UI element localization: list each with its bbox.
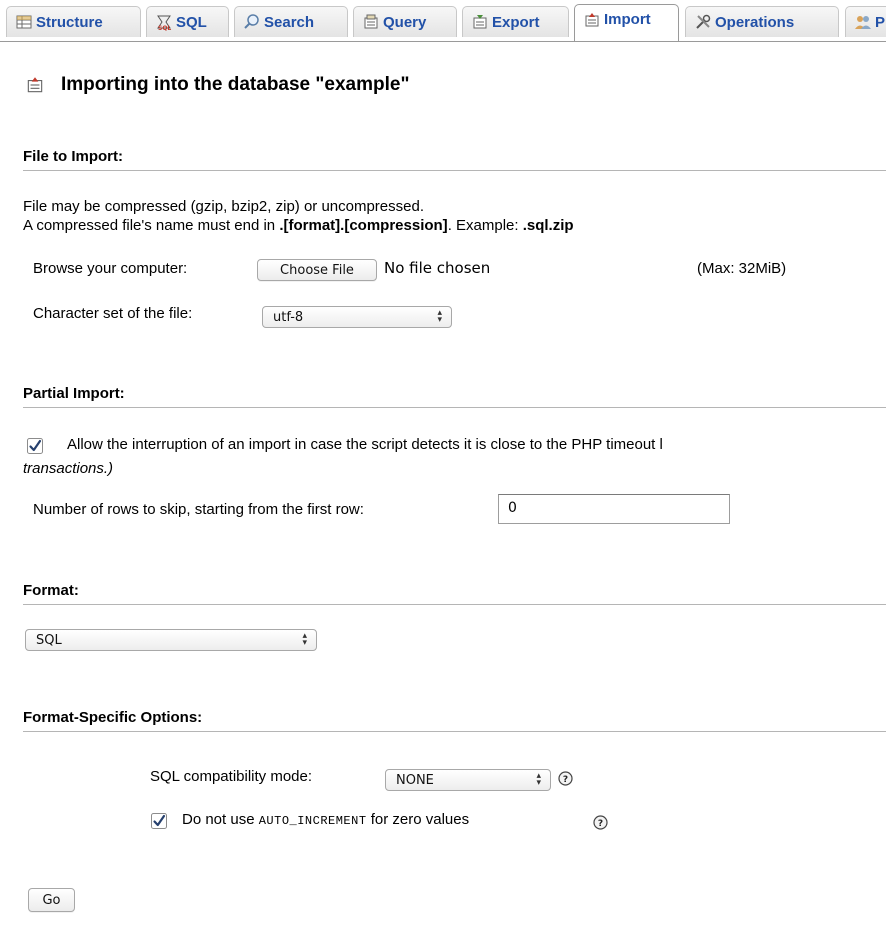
charset-select[interactable]: utf-8 ▴ ▾: [262, 306, 452, 328]
page-title: Importing into the database "example": [25, 74, 409, 96]
skip-rows-input[interactable]: 0: [498, 494, 730, 524]
help-icon[interactable]: ?: [593, 815, 608, 830]
auto-inc-suffix: for zero values: [366, 811, 470, 828]
help-icon[interactable]: ?: [558, 771, 573, 786]
tab-label: P: [875, 13, 886, 31]
allow-interrupt-label: Allow the interruption of an import in c…: [67, 436, 663, 453]
no-auto-increment-label: Do not use AUTO_INCREMENT for zero value…: [182, 811, 469, 828]
sql-compat-label: SQL compatibility mode:: [150, 768, 313, 785]
search-icon: [243, 13, 261, 31]
operations-icon: [694, 13, 712, 31]
page-title-text: Importing into the database "example": [61, 74, 410, 95]
svg-text:?: ?: [598, 819, 603, 829]
sql-icon: SQL: [155, 13, 173, 31]
compression-format-prefix: A compressed file's name must end in: [23, 217, 280, 234]
sql-compat-select-value: NONE: [396, 772, 434, 788]
import-icon: [583, 11, 601, 29]
select-arrows-icon: ▴ ▾: [536, 771, 541, 788]
privileges-icon: [854, 13, 872, 31]
tab-query[interactable]: Query: [353, 6, 457, 37]
no-file-chosen-text: No file chosen: [384, 259, 491, 277]
max-upload-size: (Max: 32MiB): [697, 260, 787, 277]
section-heading-file-to-import: File to Import:: [23, 148, 886, 171]
no-auto-increment-checkbox[interactable]: [151, 813, 167, 829]
auto-inc-prefix: Do not use: [182, 811, 259, 828]
tab-label: Operations: [715, 13, 795, 31]
tab-privileges[interactable]: P: [845, 6, 886, 37]
svg-text:SQL: SQL: [158, 25, 171, 31]
go-button[interactable]: Go: [28, 888, 75, 912]
compression-format-example: .sql.zip: [522, 217, 574, 234]
tab-structure[interactable]: Structure: [6, 6, 141, 37]
tab-import[interactable]: Import: [574, 4, 679, 41]
query-icon: [362, 13, 380, 31]
compression-note: File may be compressed (gzip, bzip2, zip…: [23, 198, 425, 215]
export-icon: [471, 13, 489, 31]
section-heading-partial-import: Partial Import:: [23, 385, 886, 408]
select-arrows-icon: ▴ ▾: [437, 308, 442, 325]
format-select[interactable]: SQL ▴ ▾: [25, 629, 317, 651]
choose-file-button[interactable]: Choose File: [257, 259, 377, 281]
tab-label: Search: [264, 13, 315, 31]
charset-label: Character set of the file:: [33, 305, 193, 322]
tab-export[interactable]: Export: [462, 6, 569, 37]
compression-format-middle: . Example:: [447, 217, 523, 234]
format-select-value: SQL: [36, 632, 62, 648]
tab-bar: Structure SQL SQL Search Query Export Im…: [0, 0, 886, 42]
import-icon: [25, 75, 45, 95]
tab-operations[interactable]: Operations: [685, 6, 839, 37]
compression-format-pattern: .[format].[compression]: [279, 217, 448, 234]
structure-icon: [15, 13, 33, 31]
allow-interrupt-label-continued: transactions.): [23, 460, 114, 477]
browse-label: Browse your computer:: [33, 260, 188, 277]
tab-label: Structure: [36, 13, 103, 31]
allow-interrupt-checkbox[interactable]: [27, 438, 43, 454]
tab-label: SQL: [176, 13, 207, 31]
svg-text:?: ?: [563, 775, 568, 785]
charset-select-value: utf-8: [273, 309, 304, 325]
auto-inc-code: AUTO_INCREMENT: [258, 814, 367, 828]
sql-compat-select[interactable]: NONE ▴ ▾: [385, 769, 551, 791]
tab-label: Query: [383, 13, 427, 31]
section-heading-format: Format:: [23, 582, 886, 605]
tab-label: Import: [604, 11, 651, 28]
skip-rows-label: Number of rows to skip, starting from th…: [33, 501, 364, 518]
section-heading-format-options: Format-Specific Options:: [23, 709, 886, 732]
tab-sql[interactable]: SQL SQL: [146, 6, 229, 37]
compression-format-note: A compressed file's name must end in .[f…: [23, 217, 574, 234]
select-arrows-icon: ▴ ▾: [302, 631, 307, 648]
tab-search[interactable]: Search: [234, 6, 348, 37]
tab-label: Export: [492, 13, 540, 31]
